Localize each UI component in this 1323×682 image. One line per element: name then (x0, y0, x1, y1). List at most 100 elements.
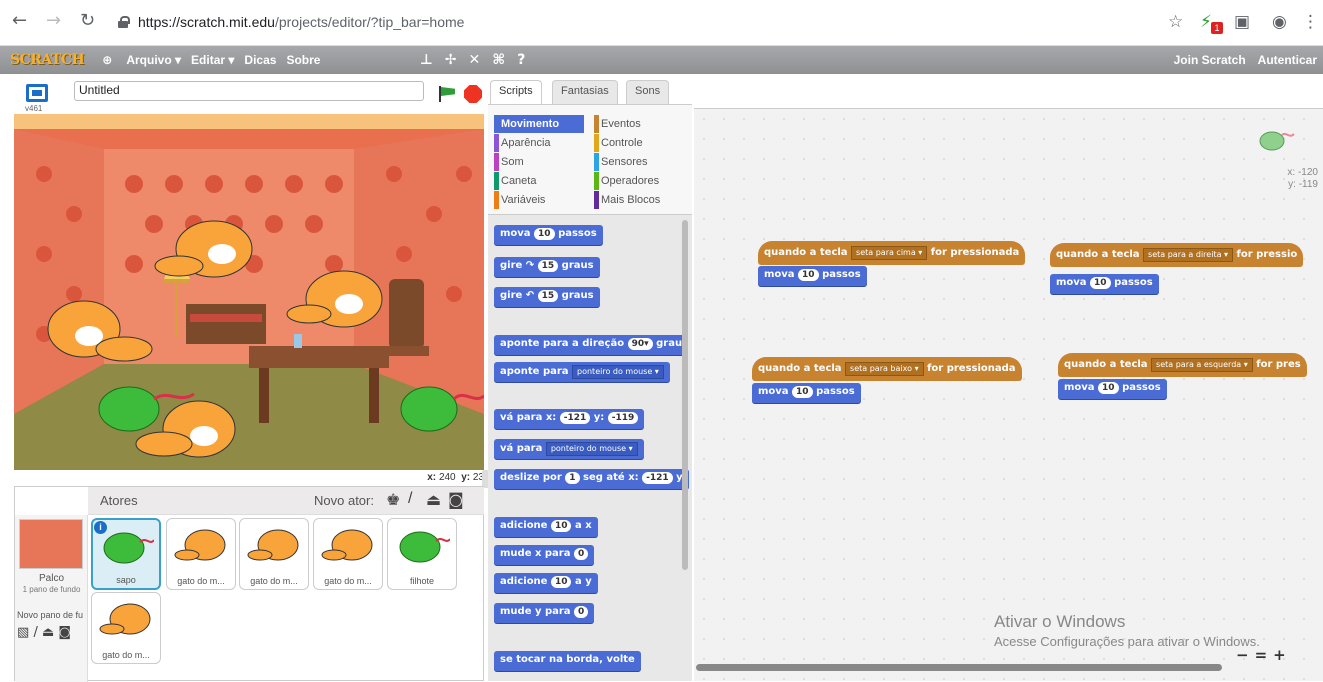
menu-about[interactable]: Sobre (286, 53, 320, 67)
upload-sprite-icon[interactable]: ⏏ (426, 490, 441, 509)
back-icon[interactable]: ← (12, 10, 27, 31)
sprite-tile-cat-2[interactable]: gato do m... (239, 518, 309, 590)
key-dropdown[interactable]: seta para cima ▾ (851, 246, 928, 260)
green-flag-icon[interactable] (438, 86, 456, 102)
upload-backdrop-icon[interactable]: ⏏ (42, 625, 54, 640)
block-turn-left[interactable]: gire ↶ 15 graus (494, 287, 600, 307)
category-sensing[interactable]: Sensores (594, 153, 647, 171)
block-set-x[interactable]: mude x para 0 (494, 545, 595, 565)
key-dropdown[interactable]: seta para a direita ▾ (1143, 248, 1234, 262)
camera-backdrop-icon[interactable]: ◙ (58, 625, 71, 640)
scripts-area[interactable]: x: -120 y: -119 quando a tecla seta para… (694, 108, 1323, 681)
scripts-horizontal-scrollbar[interactable] (696, 664, 1222, 671)
block-change-x[interactable]: adicione 10 a x (494, 517, 598, 537)
script-hat-up[interactable]: quando a tecla seta para cima ▾ for pres… (758, 241, 1026, 265)
fullscreen-icon[interactable] (26, 84, 48, 102)
project-title-input[interactable]: Untitled (74, 81, 424, 101)
block-input[interactable]: 90▾ (627, 338, 653, 350)
block-input[interactable]: 15 (537, 290, 559, 302)
block-input[interactable]: 10 (550, 520, 572, 532)
grow-icon[interactable]: ✕ (469, 52, 481, 68)
key-dropdown[interactable]: seta para baixo ▾ (845, 362, 924, 376)
block-input[interactable]: 10 (798, 269, 819, 281)
sprite-tile-filhote[interactable]: filhote (387, 518, 457, 590)
zoom-out-icon[interactable]: − (1236, 646, 1249, 664)
block-turn-right[interactable]: gire ↷ 15 graus (494, 257, 600, 277)
category-more-blocks[interactable]: Mais Blocos (594, 191, 660, 209)
script-move-right[interactable]: mova 10 passos (1050, 274, 1159, 294)
menu-file[interactable]: Arquivo ▾ (126, 53, 181, 67)
block-move[interactable]: mova 10 passos (494, 225, 603, 245)
block-input[interactable]: 0 (573, 548, 589, 560)
block-input[interactable]: -121 (642, 472, 673, 484)
block-input[interactable]: 10 (792, 386, 813, 398)
menu-tips[interactable]: Dicas (244, 53, 276, 67)
paint-backdrop-icon[interactable]: / (33, 625, 37, 640)
block-input[interactable]: 15 (537, 260, 559, 272)
choose-sprite-icon[interactable]: ♚ (386, 490, 400, 509)
category-variables[interactable]: Variáveis (494, 191, 545, 209)
block-input[interactable]: 10 (534, 228, 555, 240)
block-point-direction[interactable]: aponte para a direção 90▾ grau (494, 335, 689, 355)
block-input[interactable]: 10 (550, 576, 572, 588)
duplicate-stamp-icon[interactable]: ⊥ (420, 52, 433, 68)
star-icon[interactable]: ☆ (1168, 12, 1183, 32)
block-goto-xy[interactable]: vá para x: -121 y: -119 (494, 409, 645, 429)
script-move-down[interactable]: mova 10 passos (752, 383, 861, 403)
block-input[interactable]: 10 (1098, 382, 1119, 394)
block-dropdown[interactable]: ponteiro do mouse ▾ (545, 442, 638, 456)
stage-thumbnail-panel[interactable]: Palco 1 pano de fundo Novo pano de fu ▧ … (15, 515, 88, 682)
block-point-towards[interactable]: aponte para ponteiro do mouse ▾ (494, 362, 670, 382)
forward-icon[interactable]: → (46, 10, 61, 31)
choose-backdrop-icon[interactable]: ▧ (17, 625, 29, 640)
category-motion[interactable]: Movimento (494, 115, 584, 133)
block-input[interactable]: -121 (559, 412, 591, 424)
zoom-reset-icon[interactable]: = (1255, 646, 1268, 664)
key-dropdown[interactable]: seta para a esquerda ▾ (1151, 358, 1253, 372)
sign-in-link[interactable]: Autenticar (1258, 53, 1317, 67)
paint-sprite-icon[interactable]: / (408, 490, 412, 508)
stage-canvas[interactable] (14, 114, 484, 470)
category-looks[interactable]: Aparência (494, 134, 551, 152)
zoom-in-icon[interactable]: + (1273, 646, 1286, 664)
category-pen[interactable]: Caneta (494, 172, 536, 190)
category-operators[interactable]: Operadores (594, 172, 659, 190)
help-icon[interactable]: ? (517, 52, 525, 68)
script-move-up[interactable]: mova 10 passos (758, 266, 867, 286)
block-set-y[interactable]: mude y para 0 (494, 603, 595, 623)
block-input[interactable]: 10 (1090, 277, 1111, 289)
block-change-y[interactable]: adicione 10 a y (494, 573, 598, 593)
sprite-tile-sapo[interactable]: i sapo (91, 518, 161, 590)
profile-icon[interactable]: ◉ (1272, 12, 1287, 32)
sprite-tile-cat-1[interactable]: gato do m... (166, 518, 236, 590)
category-events[interactable]: Eventos (594, 115, 641, 133)
tab-sounds[interactable]: Sons (626, 80, 670, 104)
block-input[interactable]: 0 (574, 606, 589, 618)
stop-icon[interactable] (464, 85, 482, 103)
sprite-tile-cat-3[interactable]: gato do m... (313, 518, 383, 590)
join-scratch-link[interactable]: Join Scratch (1174, 53, 1246, 67)
language-icon[interactable]: ⊕ (102, 53, 112, 67)
script-move-left[interactable]: mova 10 passos (1058, 379, 1167, 399)
tab-scripts[interactable]: Scripts (490, 80, 542, 105)
info-icon[interactable]: i (94, 521, 107, 534)
script-hat-right[interactable]: quando a tecla seta para a direita ▾ for… (1050, 243, 1304, 267)
scratch-logo[interactable]: SCRATCH (6, 52, 88, 68)
block-dropdown[interactable]: ponteiro do mouse ▾ (572, 365, 664, 379)
menu-edit[interactable]: Editar ▾ (191, 53, 234, 67)
shrink-icon[interactable]: ⌘ (492, 52, 505, 68)
camera-extension-icon[interactable]: ▣ (1234, 12, 1250, 32)
block-goto[interactable]: vá para ponteiro do mouse ▾ (494, 439, 644, 459)
category-control[interactable]: Controle (594, 134, 643, 152)
script-hat-left[interactable]: quando a tecla seta para a esquerda ▾ fo… (1058, 353, 1307, 377)
block-input[interactable]: 1 (565, 472, 580, 484)
sprite-tile-cat-4[interactable]: gato do m... (91, 592, 161, 664)
delete-scissors-icon[interactable]: ✢ (445, 52, 457, 68)
stage-thumbnail[interactable] (19, 519, 83, 569)
script-hat-down[interactable]: quando a tecla seta para baixo ▾ for pre… (752, 357, 1022, 381)
block-input[interactable]: -119 (607, 412, 639, 424)
category-sound[interactable]: Som (494, 153, 524, 171)
palette-scrollbar[interactable] (682, 220, 688, 570)
address-bar[interactable]: https://scratch.mit.edu/projects/editor/… (118, 6, 1158, 38)
tab-costumes[interactable]: Fantasias (552, 80, 618, 104)
